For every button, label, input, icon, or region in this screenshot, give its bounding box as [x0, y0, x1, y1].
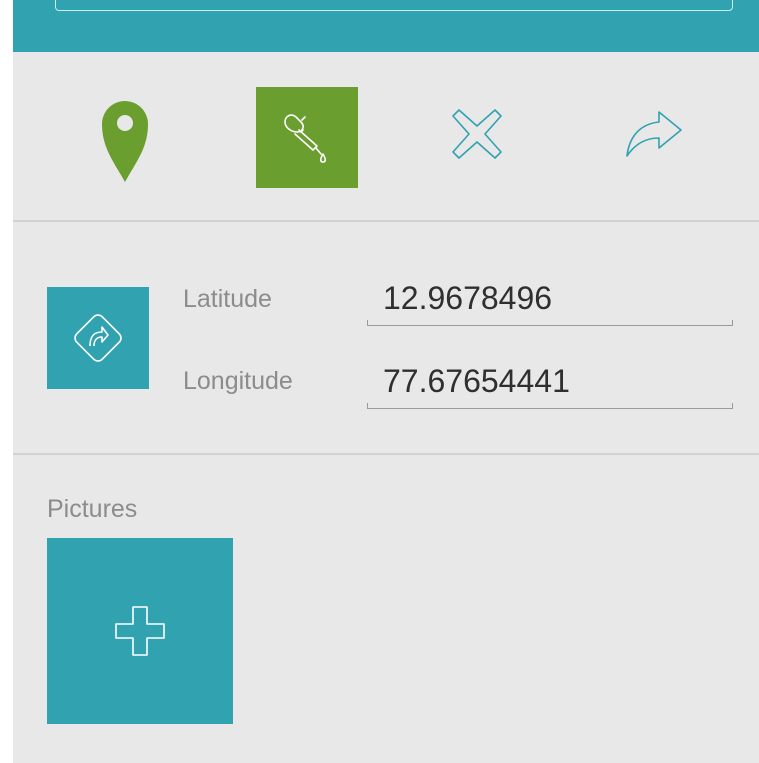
navigation-icon	[74, 314, 122, 362]
add-picture-button[interactable]	[47, 538, 233, 724]
close-icon	[452, 109, 502, 159]
longitude-value[interactable]: 77.67654441	[383, 363, 570, 400]
map-pin-button[interactable]	[95, 88, 155, 190]
tool-row	[13, 52, 759, 221]
longitude-label: Longitude	[183, 367, 293, 395]
plus-icon	[115, 606, 165, 656]
map-pin-icon	[102, 101, 148, 182]
eyedropper-icon	[284, 113, 327, 163]
share-arrow-icon	[626, 111, 682, 157]
divider	[13, 220, 759, 222]
latitude-field[interactable]: 12.9678496	[367, 280, 733, 326]
divider	[13, 453, 759, 455]
app-screen: Latitude 12.9678496 Longitude 77.6765444…	[13, 0, 759, 763]
longitude-underline	[367, 403, 733, 409]
latitude-label: Latitude	[183, 285, 272, 313]
top-app-bar	[13, 0, 759, 52]
latitude-value[interactable]: 12.9678496	[383, 280, 552, 317]
locate-me-button[interactable]	[47, 287, 149, 389]
pictures-label: Pictures	[47, 495, 138, 523]
clear-button[interactable]	[445, 102, 509, 166]
search-field-frame[interactable]	[55, 0, 733, 11]
share-button[interactable]	[619, 102, 689, 166]
latitude-underline	[367, 320, 733, 326]
eyedropper-button[interactable]	[256, 87, 358, 188]
longitude-field[interactable]: 77.67654441	[367, 363, 733, 409]
